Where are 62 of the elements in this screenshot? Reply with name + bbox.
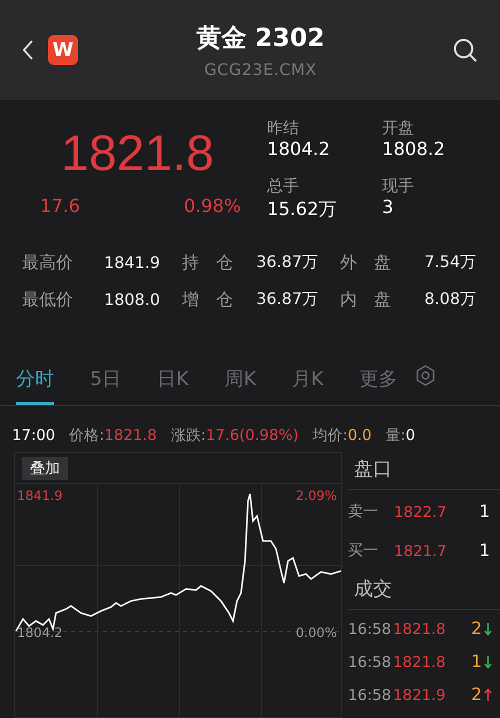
detail-label: 增 仓 bbox=[181, 289, 234, 311]
section-title: 盘口 bbox=[348, 452, 500, 490]
price-change: 17.6 bbox=[40, 196, 80, 217]
back-icon[interactable] bbox=[22, 39, 34, 61]
trade-price: 1821.9 bbox=[393, 686, 446, 704]
detail-value: 1841.9 bbox=[103, 253, 160, 272]
stat-label: 昨结 bbox=[267, 118, 300, 139]
detail-label: 持 仓 bbox=[181, 252, 234, 274]
detail-value: 8.08万 bbox=[423, 289, 476, 310]
chart-tab[interactable]: 更多 bbox=[360, 366, 398, 404]
chart-tab[interactable]: 5日 bbox=[90, 366, 122, 404]
stat-value: 15.62万 bbox=[267, 198, 338, 220]
detail-value: 36.87万 bbox=[255, 252, 318, 273]
stat-label: 现手 bbox=[382, 176, 415, 196]
order-label: 卖一 bbox=[348, 502, 379, 521]
trade-volume: 2 bbox=[470, 618, 483, 638]
section-title: 成交 bbox=[348, 572, 500, 610]
order-label: 买一 bbox=[348, 541, 379, 560]
detail-value: 1808.0 bbox=[103, 290, 160, 309]
time-label: 17:00 bbox=[12, 426, 56, 446]
chart-tab[interactable]: 周K bbox=[224, 366, 256, 404]
trade-price: 1821.8 bbox=[393, 652, 446, 670]
trade-price: 1821.8 bbox=[393, 620, 446, 638]
stat-value: 3 bbox=[382, 196, 394, 218]
trade-volume: 2 bbox=[470, 684, 483, 704]
search-icon[interactable] bbox=[453, 38, 478, 62]
chart-tab[interactable]: 月K bbox=[292, 366, 324, 404]
trade-time: 16:58 bbox=[348, 652, 392, 670]
percent-change: 0.98% bbox=[184, 196, 241, 217]
stat-label: 总手 bbox=[267, 176, 300, 196]
chart-tab[interactable]: 分时 bbox=[16, 366, 54, 404]
quote-field: 量:0 bbox=[386, 426, 416, 452]
axis-label: 0.00% bbox=[296, 626, 337, 641]
axis-label: 1804.2 bbox=[17, 626, 62, 641]
axis-label: 2.09% bbox=[296, 489, 337, 504]
settings-icon[interactable] bbox=[416, 365, 434, 386]
quote-field: 价格:1821.8 bbox=[69, 426, 157, 452]
stat-value: 1808.2 bbox=[382, 139, 446, 160]
detail-label: 最高价 bbox=[22, 252, 74, 274]
axis-label: 1841.9 bbox=[17, 489, 62, 504]
order-price: 1821.7 bbox=[394, 542, 448, 560]
order-price: 1822.7 bbox=[394, 502, 448, 520]
order-volume: 1 bbox=[478, 502, 491, 522]
overlay-button[interactable]: 叠加 bbox=[22, 457, 68, 480]
trade-time: 16:58 bbox=[348, 686, 392, 704]
last-price: 1821.8 bbox=[60, 124, 215, 182]
detail-value: 7.54万 bbox=[423, 252, 476, 273]
detail-value: 36.87万 bbox=[255, 289, 318, 310]
detail-label: 内 盘 bbox=[339, 289, 392, 311]
symbol-code: GCG23E.CMX bbox=[203, 60, 318, 79]
stat-value: 1804.2 bbox=[267, 139, 331, 160]
detail-label: 外 盘 bbox=[339, 252, 392, 274]
stat-label: 开盘 bbox=[382, 118, 415, 139]
trade-time: 16:58 bbox=[348, 620, 392, 638]
detail-label: 最低价 bbox=[22, 289, 74, 311]
trade-volume: 1 bbox=[470, 652, 483, 672]
order-volume: 1 bbox=[478, 540, 491, 560]
page-title: 黄金 2302 bbox=[195, 22, 326, 54]
quote-field: 涨跌:17.6(0.98%) bbox=[170, 426, 299, 452]
chart-tab[interactable]: 日K bbox=[157, 366, 189, 404]
app-logo: W bbox=[48, 35, 78, 65]
quote-field: 均价:0.0 bbox=[312, 426, 372, 452]
